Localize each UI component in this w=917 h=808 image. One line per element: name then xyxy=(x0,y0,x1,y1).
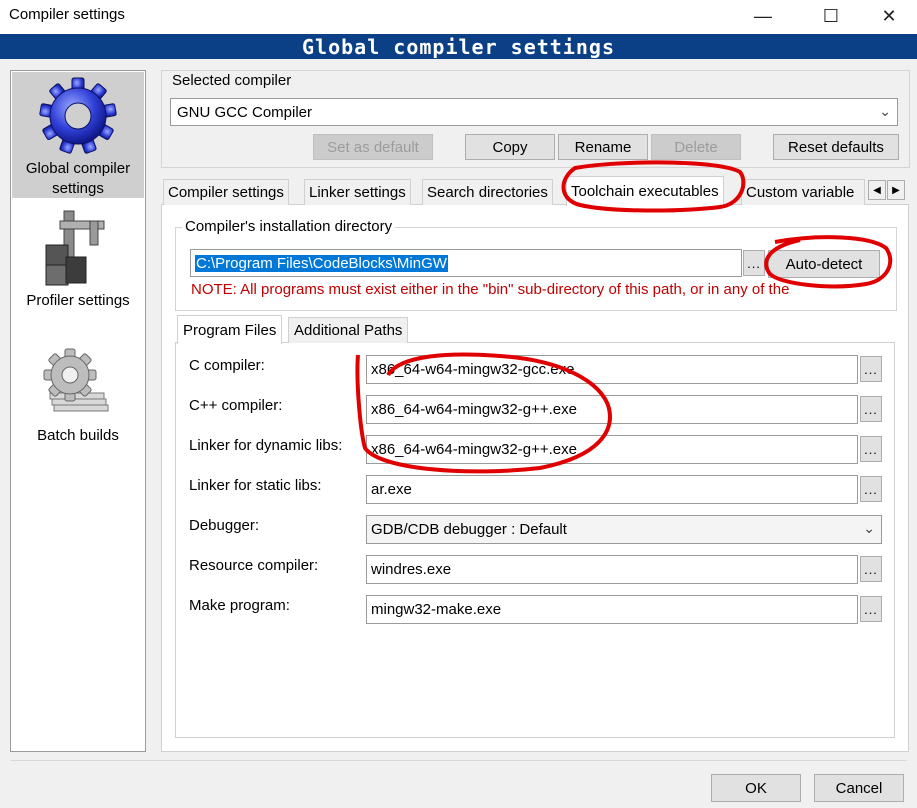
sidebar-item-label: Global compiler xyxy=(25,160,131,177)
delete-button[interactable]: Delete xyxy=(651,134,741,160)
static-linker-label: Linker for static libs: xyxy=(189,477,322,494)
selected-compiler-label: Selected compiler xyxy=(170,72,294,89)
make-program-label: Make program: xyxy=(189,597,290,614)
settings-category-list: Global compiler settings Profiler settin… xyxy=(10,70,146,752)
tab-program-files[interactable]: Program Files xyxy=(177,315,283,344)
set-as-default-button[interactable]: Set as default xyxy=(313,134,433,160)
install-dir-input[interactable]: C:\Program Files\CodeBlocks\MinGW xyxy=(190,249,742,277)
tab-linker-settings[interactable]: Linker settings xyxy=(304,179,411,205)
dynamic-linker-browse-button[interactable]: ... xyxy=(860,436,882,462)
c-compiler-browse-button[interactable]: ... xyxy=(860,356,882,382)
rename-button[interactable]: Rename xyxy=(558,134,648,160)
sidebar-item-batch-builds[interactable]: Batch builds xyxy=(12,341,144,451)
dynamic-linker-label: Linker for dynamic libs: xyxy=(189,437,343,454)
window-title: Compiler settings xyxy=(9,6,125,23)
tab-scroll-left-icon[interactable]: ◀ xyxy=(868,180,886,200)
ok-button[interactable]: OK xyxy=(711,774,801,802)
install-dir-note: NOTE: All programs must exist either in … xyxy=(191,281,790,298)
sidebar-item-label: settings xyxy=(52,180,104,197)
debugger-label: Debugger: xyxy=(189,517,260,534)
sidebar-item-profiler[interactable]: Profiler settings xyxy=(12,205,144,315)
install-dir-value: C:\Program Files\CodeBlocks\MinGW xyxy=(195,254,448,272)
make-program-input[interactable]: mingw32-make.exe xyxy=(366,595,858,624)
maximize-icon[interactable]: ☐ xyxy=(808,0,854,32)
compiler-select[interactable]: GNU GCC Compiler ⌄ xyxy=(170,98,898,126)
install-dir-label: Compiler's installation directory xyxy=(182,218,396,235)
dynamic-linker-input[interactable]: x86_64-w64-mingw32-g++.exe xyxy=(366,435,858,464)
tab-toolchain-executables[interactable]: Toolchain executables xyxy=(566,176,724,206)
resource-compiler-label: Resource compiler: xyxy=(189,557,319,574)
chevron-down-icon: ⌄ xyxy=(863,520,875,536)
sidebar-item-global-compiler[interactable]: Global compiler settings xyxy=(12,72,144,198)
browse-install-dir-button[interactable]: ... xyxy=(743,250,765,276)
debugger-select-value: GDB/CDB debugger : Default xyxy=(371,521,567,538)
resource-compiler-browse-button[interactable]: ... xyxy=(860,556,882,582)
chevron-down-icon: ⌄ xyxy=(879,103,891,119)
sidebar-item-label: Batch builds xyxy=(37,427,119,444)
copy-button[interactable]: Copy xyxy=(465,134,555,160)
tab-additional-paths[interactable]: Additional Paths xyxy=(288,317,409,343)
static-linker-input[interactable]: ar.exe xyxy=(366,475,858,504)
footer-divider xyxy=(10,760,907,761)
banner-title: Global compiler settings xyxy=(302,34,615,59)
tab-scroll-right-icon[interactable]: ▶ xyxy=(887,180,905,200)
sidebar-item-label: Profiler settings xyxy=(26,292,130,309)
tab-search-directories[interactable]: Search directories xyxy=(422,179,553,205)
tab-compiler-settings[interactable]: Compiler settings xyxy=(163,179,289,205)
cpp-compiler-label: C++ compiler: xyxy=(189,397,283,414)
make-program-browse-button[interactable]: ... xyxy=(860,596,882,622)
c-compiler-label: C compiler: xyxy=(189,357,265,374)
cancel-button[interactable]: Cancel xyxy=(814,774,904,802)
caliper-icon xyxy=(45,210,105,286)
auto-detect-button[interactable]: Auto-detect xyxy=(768,250,880,278)
gear-icon xyxy=(39,77,117,154)
debugger-select[interactable]: GDB/CDB debugger : Default ⌄ xyxy=(366,515,882,544)
settings-banner: Global compiler settings xyxy=(0,34,917,59)
batch-gear-icon xyxy=(43,348,109,412)
cpp-compiler-browse-button[interactable]: ... xyxy=(860,396,882,422)
close-icon[interactable]: ✕ xyxy=(866,0,912,32)
resource-compiler-input[interactable]: windres.exe xyxy=(366,555,858,584)
title-bar: Compiler settings — ☐ ✕ xyxy=(0,0,917,34)
compiler-select-value: GNU GCC Compiler xyxy=(177,103,313,121)
static-linker-browse-button[interactable]: ... xyxy=(860,476,882,502)
c-compiler-input[interactable]: x86_64-w64-mingw32-gcc.exe xyxy=(366,355,858,384)
reset-defaults-button[interactable]: Reset defaults xyxy=(773,134,899,160)
minimize-icon[interactable]: — xyxy=(740,0,786,32)
cpp-compiler-input[interactable]: x86_64-w64-mingw32-g++.exe xyxy=(366,395,858,424)
tab-custom-variables[interactable]: Custom variable xyxy=(741,179,865,205)
